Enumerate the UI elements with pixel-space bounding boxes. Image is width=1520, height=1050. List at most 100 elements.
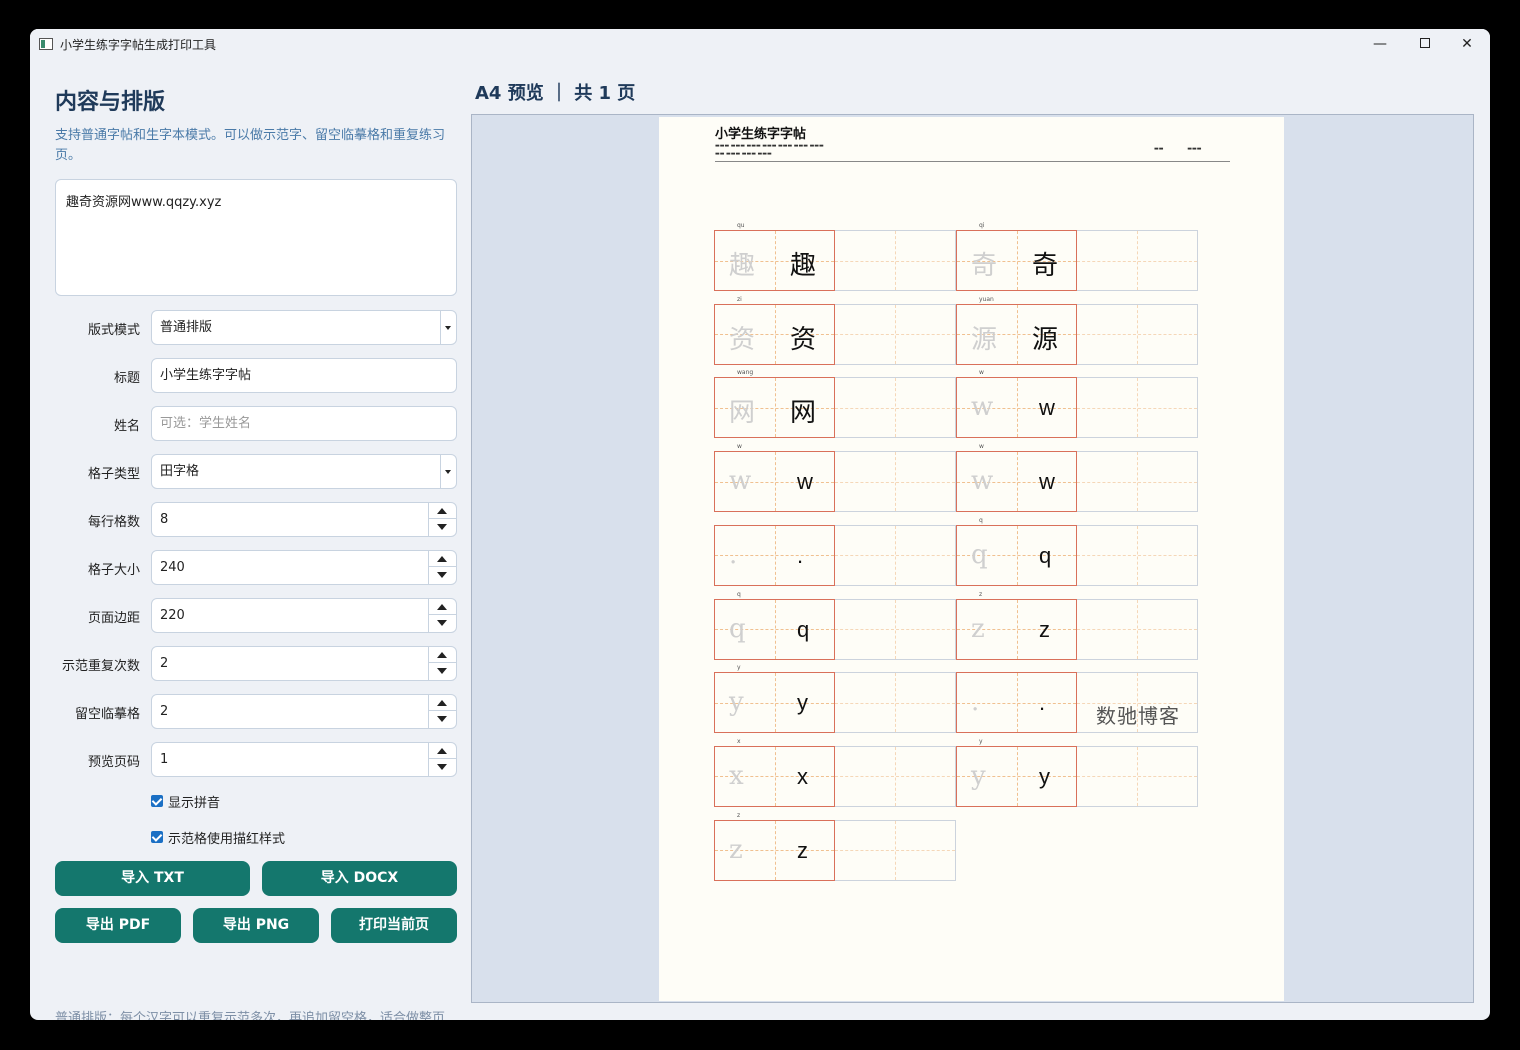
spin-buttons (428, 551, 456, 584)
cells-per-row-label: 每行格数 (87, 515, 140, 530)
blank-cell (1077, 230, 1198, 291)
grid-guide (1077, 334, 1197, 336)
import-txt-button[interactable]: 导入 TXT (55, 861, 250, 896)
spin-down-icon[interactable] (429, 711, 456, 727)
show-pinyin-checkbox[interactable]: 显示拼音 (151, 792, 221, 811)
preview-page-spinbox[interactable]: 1 (151, 742, 457, 777)
close-button[interactable]: ✕ (1455, 34, 1479, 54)
spin-up-icon[interactable] (429, 503, 456, 519)
spin-up-icon[interactable] (429, 647, 456, 663)
spin-buttons (428, 695, 456, 728)
blank-cell (835, 745, 956, 807)
title-input[interactable]: 小学生练字字帖 (151, 358, 457, 393)
demo-cell: .. (714, 524, 835, 586)
spin-down-icon[interactable] (429, 759, 456, 775)
spin-up-icon[interactable] (429, 743, 456, 759)
mode-footnote: 普通排版：每个汉字可以重复示范多次，再追加留空格，适合做整页字帖。 (55, 1011, 446, 1020)
blank-cell (835, 819, 956, 881)
model-char: w (797, 469, 813, 495)
spin-down-icon[interactable] (429, 663, 456, 679)
model-char: 资 (790, 324, 817, 355)
cell-size-spinbox[interactable]: 240 (151, 550, 457, 585)
grid-guide (1077, 702, 1197, 704)
import-docx-button[interactable]: 导入 DOCX (262, 861, 457, 896)
demo-cell: x x x (714, 738, 835, 807)
show-pinyin-label: 显示拼音 (168, 795, 221, 811)
layout-mode-row: 版式模式 普通排版 (55, 310, 457, 346)
practice-row: q q q (714, 591, 956, 660)
model-char: . (797, 542, 804, 568)
window-title: 小学生练字字帖生成打印工具 (60, 38, 217, 52)
demo-repeat-spinbox[interactable]: 2 (151, 646, 457, 681)
layout-mode-select[interactable]: 普通排版 (151, 310, 457, 345)
blank-cells-row: 留空临摹格 2 (55, 694, 457, 730)
preview-page-label: 预览页码 (87, 755, 140, 770)
model-char: x (797, 763, 808, 789)
grid-guide (835, 481, 955, 483)
blank-cell (1077, 745, 1198, 807)
pinyin-label: qi (979, 222, 985, 229)
spin-down-icon[interactable] (429, 519, 456, 535)
demo-cell: z z z (956, 591, 1077, 660)
trace-char: 奇 (971, 251, 998, 281)
practice-row: w w w (956, 443, 1198, 513)
demo-repeat-row: 示范重复次数 2 (55, 646, 457, 682)
blank-cell (1077, 598, 1198, 660)
settings-panel: 内容与排版 支持普通字帖和生字本模式。可以做示范字、留空临摹格和重复练习页。 趣… (55, 84, 457, 1020)
trace-char: x (729, 760, 744, 791)
blank-cells-spinbox[interactable]: 2 (151, 694, 457, 729)
model-char: 趣 (790, 251, 817, 281)
print-page-button[interactable]: 打印当前页 (331, 908, 457, 943)
maximize-button[interactable] (1413, 34, 1437, 54)
demo-cell: w w w (714, 443, 835, 513)
minimize-button[interactable]: — (1368, 34, 1392, 54)
demo-cell: y y y (714, 664, 835, 734)
spin-up-icon[interactable] (429, 599, 456, 615)
cells-per-row-spinbox[interactable]: 8 (151, 502, 457, 537)
paper-meta: ▬▬▬ ▬▬▬ ▬▬▬ ▬▬▬ ▬▬▬ ▬▬▬ ▬▬▬ ▬▬ ▬▬▬ ▬▬▬ ▬▬… (715, 143, 824, 157)
cell-size-row: 格子大小 240 (55, 550, 457, 586)
blank-cell (835, 672, 956, 734)
blank-cell (835, 230, 956, 291)
trace-char: 趣 (729, 251, 756, 281)
trace-red-checkbox[interactable]: 示范格使用描红样式 (151, 828, 285, 847)
blank-cell (1077, 377, 1198, 439)
pinyin-label: zi (737, 295, 742, 303)
model-char: z (797, 837, 808, 863)
spin-buttons (428, 599, 456, 632)
app-icon (39, 38, 53, 50)
demo-cell: w w w (956, 443, 1077, 513)
chevron-down-icon[interactable] (440, 311, 456, 344)
layout-mode-value: 普通排版 (160, 320, 213, 335)
model-char: y (1039, 763, 1050, 789)
name-input[interactable]: 可选：学生姓名 (151, 406, 457, 441)
checkbox-checked-icon[interactable] (151, 795, 163, 807)
spin-up-icon[interactable] (429, 551, 456, 567)
spin-up-icon[interactable] (429, 695, 456, 711)
practice-row: q q q (956, 517, 1198, 586)
demo-cell: q q q (714, 591, 835, 660)
checkbox-checked-icon[interactable] (151, 831, 163, 843)
grid-type-select[interactable]: 田字格 (151, 454, 457, 489)
maximize-icon (1420, 38, 1430, 48)
grid-type-row: 格子类型 田字格 (55, 454, 457, 490)
model-char: y (797, 690, 808, 716)
trace-char: z (729, 834, 743, 865)
grid-guide (835, 260, 955, 262)
pinyin-label: q (737, 590, 741, 598)
trace-char: 源 (971, 324, 998, 355)
spin-buttons (428, 503, 456, 536)
model-char: w (1039, 469, 1055, 495)
page-margin-spinbox[interactable]: 220 (151, 598, 457, 633)
preview-area[interactable]: 小学生练字字帖 ▬▬▬ ▬▬▬ ▬▬▬ ▬▬▬ ▬▬▬ ▬▬▬ ▬▬▬ ▬▬ ▬▬… (471, 114, 1474, 1003)
trace-char: w (971, 466, 994, 497)
pinyin-label: w (979, 369, 984, 377)
content-textarea[interactable]: 趣奇资源网www.qqzy.xyz (55, 179, 457, 296)
chevron-down-icon[interactable] (440, 455, 456, 488)
spin-down-icon[interactable] (429, 615, 456, 631)
model-char: q (1039, 542, 1052, 568)
export-pdf-button[interactable]: 导出 PDF (55, 908, 181, 943)
spin-down-icon[interactable] (429, 567, 456, 583)
trace-char: z (971, 613, 985, 644)
export-png-button[interactable]: 导出 PNG (193, 908, 319, 943)
